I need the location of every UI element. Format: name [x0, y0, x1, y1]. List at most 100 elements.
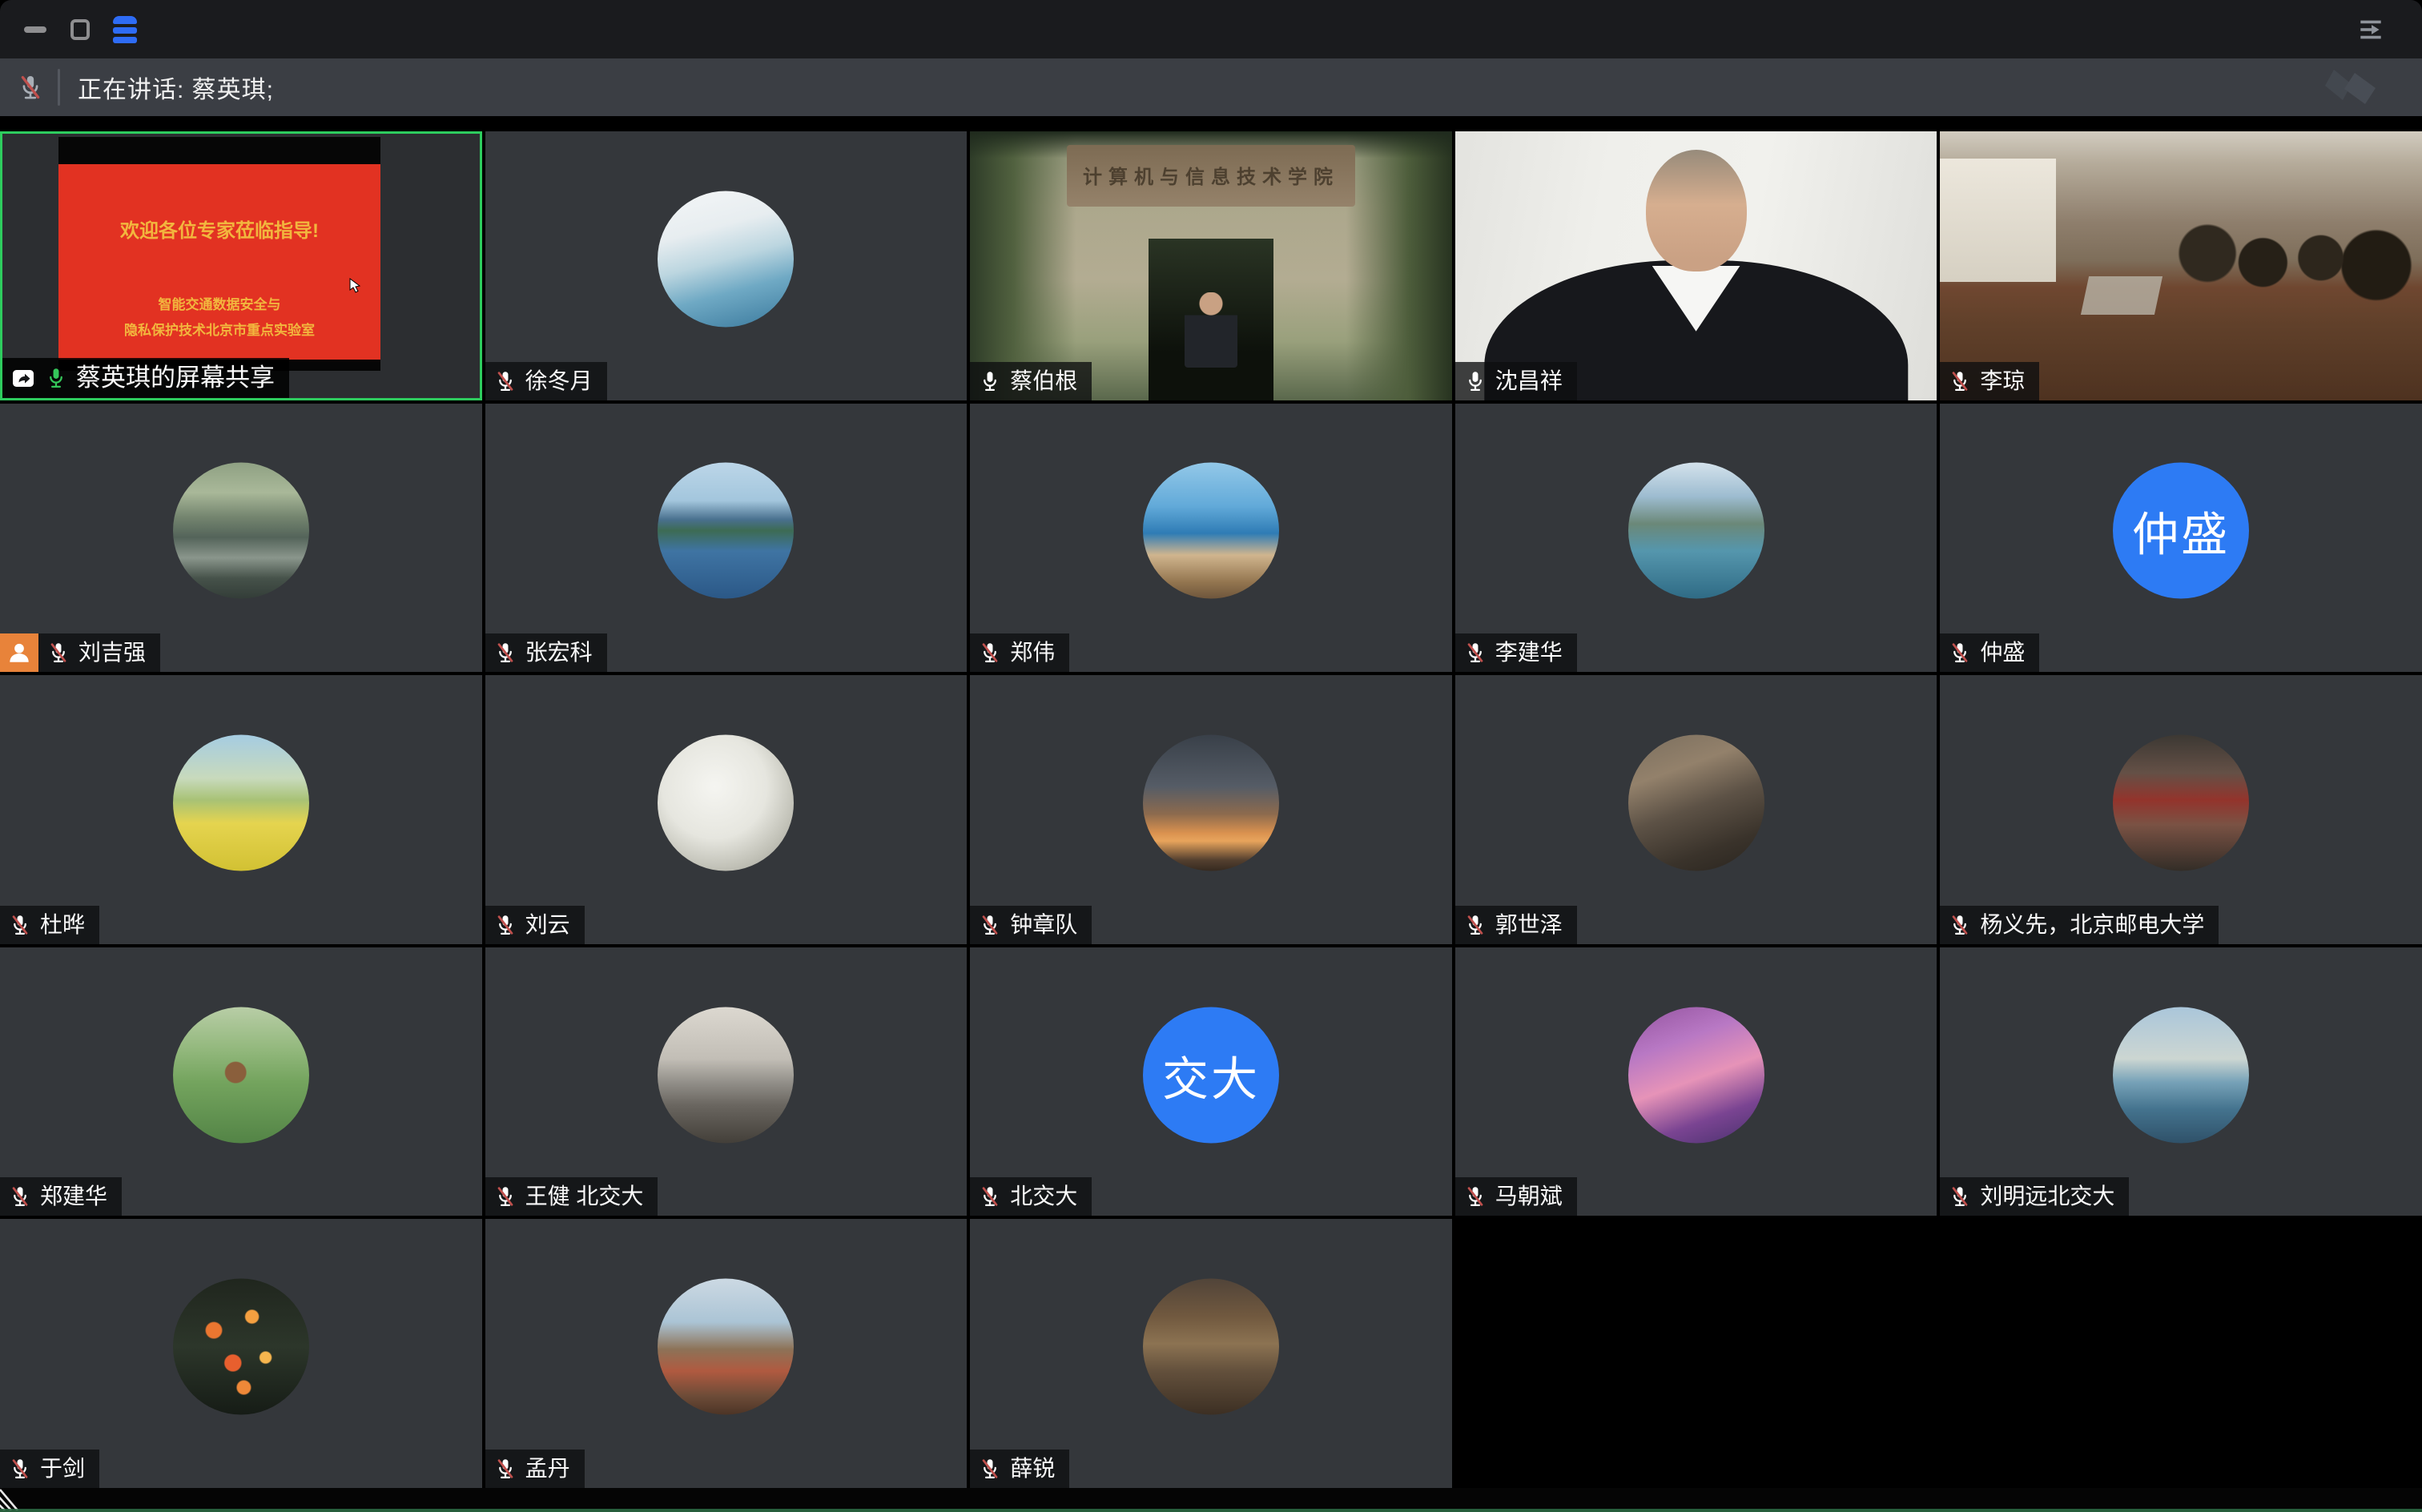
meeting-logo-icon	[2318, 63, 2387, 111]
name-chip: 郑伟	[970, 633, 1069, 672]
participant-name: 孟丹	[525, 1458, 570, 1480]
avatar	[173, 1279, 309, 1415]
tile-label: 刘云	[485, 906, 585, 944]
avatar	[658, 1279, 794, 1415]
participant-tile[interactable]: 杜晔	[0, 675, 482, 944]
name-chip: 钟章队	[970, 906, 1092, 944]
avatar	[658, 463, 794, 599]
name-chip: 张宏科	[485, 633, 607, 672]
name-chip: 蔡伯根	[970, 362, 1092, 400]
participant-name: 郑伟	[1010, 641, 1055, 664]
participant-tile[interactable]: 交大北交大	[970, 947, 1452, 1216]
screen-share-icon	[10, 365, 36, 391]
mic-muted-icon	[1463, 913, 1487, 937]
minimize-icon	[24, 26, 46, 33]
host-icon	[6, 639, 33, 666]
mic-muted-icon	[1948, 369, 1972, 393]
participant-tile[interactable]: 徐冬月	[485, 131, 968, 400]
participant-tile[interactable]: 郭世泽	[1455, 675, 1937, 944]
participant-tile[interactable]: 杨义先，北京邮电大学	[1940, 675, 2422, 944]
mic-muted-icon	[8, 1457, 32, 1481]
mic-live-icon	[978, 369, 1002, 393]
empty-tile	[1455, 1219, 1937, 1488]
participant-tile[interactable]: 马朝斌	[1455, 947, 1937, 1216]
participant-tile[interactable]: 薛锐	[970, 1219, 1452, 1488]
participant-name: 郭世泽	[1495, 914, 1563, 936]
avatar-initials: 交大	[1143, 1007, 1279, 1143]
video-figure	[1646, 150, 1747, 271]
participant-name: 薛锐	[1010, 1458, 1055, 1480]
empty-tile	[1940, 1219, 2422, 1488]
participant-tile[interactable]: 钟章队	[970, 675, 1452, 944]
participant-tile[interactable]: 仲盛仲盛	[1940, 404, 2422, 673]
maximize-icon	[70, 19, 90, 40]
mic-muted-icon	[1948, 641, 1972, 665]
mic-muted-icon	[8, 913, 32, 937]
participant-tile[interactable]: 计算机与信息技术学院蔡伯根	[970, 131, 1452, 400]
avatar	[2113, 734, 2249, 871]
tile-label: 蔡英琪的屏幕共享	[2, 358, 289, 398]
tile-label: 李琼	[1940, 362, 2039, 400]
participant-tile[interactable]: 沈昌祥	[1455, 131, 1937, 400]
participant-tile[interactable]: 刘云	[485, 675, 968, 944]
mic-muted-icon	[493, 1457, 517, 1481]
maximize-button[interactable]	[66, 15, 95, 44]
mic-muted-icon	[8, 1184, 32, 1208]
name-chip: 刘吉强	[38, 633, 160, 672]
avatar	[2113, 1007, 2249, 1143]
participant-name: 王健 北交大	[525, 1185, 644, 1208]
mic-muted-icon	[978, 1184, 1002, 1208]
participant-tile[interactable]: 郑建华	[0, 947, 482, 1216]
name-chip: 杨义先，北京邮电大学	[1940, 906, 2219, 944]
participant-name: 徐冬月	[525, 370, 593, 392]
tile-label: 马朝斌	[1455, 1177, 1577, 1216]
menu-icon	[113, 16, 137, 43]
tile-label: 王健 北交大	[485, 1177, 658, 1216]
mic-muted-icon	[493, 369, 517, 393]
name-chip: 徐冬月	[485, 362, 607, 400]
avatar	[1143, 463, 1279, 599]
participant-tile[interactable]: 刘明远北交大	[1940, 947, 2422, 1216]
name-chip: 仲盛	[1940, 633, 2039, 672]
minimize-button[interactable]	[21, 15, 50, 44]
avatar	[1143, 1279, 1279, 1415]
mic-muted-icon	[493, 1184, 517, 1208]
participant-name: 蔡伯根	[1010, 370, 1077, 392]
participant-tile[interactable]: 孟丹	[485, 1219, 968, 1488]
tile-label: 仲盛	[1940, 633, 2039, 672]
panel-toggle-button[interactable]	[2356, 15, 2385, 44]
menu-button[interactable]	[111, 15, 139, 44]
tile-label: 孟丹	[485, 1450, 585, 1488]
host-badge	[0, 633, 38, 672]
participant-name: 马朝斌	[1495, 1185, 1563, 1208]
name-chip: 北交大	[970, 1177, 1092, 1216]
participant-tile[interactable]: 李琼	[1940, 131, 2422, 400]
tile-label: 郭世泽	[1455, 906, 1577, 944]
participant-tile[interactable]: 于剑	[0, 1219, 482, 1488]
mic-live-icon	[1463, 369, 1487, 393]
participant-tile[interactable]: 王健 北交大	[485, 947, 968, 1216]
statusbar-divider	[58, 69, 60, 106]
participant-tile[interactable]: 刘吉强	[0, 404, 482, 673]
mic-muted-icon	[978, 913, 1002, 937]
avatar	[1628, 463, 1764, 599]
participant-name: 钟章队	[1010, 914, 1077, 936]
participant-name: 李琼	[1980, 370, 2025, 392]
avatar-initials-text: 仲盛	[2132, 497, 2230, 565]
participant-tile[interactable]: 张宏科	[485, 404, 968, 673]
name-chip: 刘云	[485, 906, 585, 944]
tile-label: 李建华	[1455, 633, 1577, 672]
participant-name: 于剑	[40, 1458, 85, 1480]
name-chip: 郑建华	[0, 1177, 122, 1216]
mic-muted-icon	[1463, 1184, 1487, 1208]
participant-tile[interactable]: 郑伟	[970, 404, 1452, 673]
video-figure	[2171, 212, 2412, 304]
screen-share-tile[interactable]: 欢迎各位专家莅临指导!智能交通数据安全与隐私保护技术北京市重点实验室蔡英琪的屏幕…	[0, 131, 482, 400]
tile-label: 郑建华	[0, 1177, 122, 1216]
name-chip: 李琼	[1940, 362, 2039, 400]
participant-tile[interactable]: 李建华	[1455, 404, 1937, 673]
building-sign-text: 计算机与信息技术学院	[1067, 161, 1356, 189]
participant-name: 沈昌祥	[1495, 370, 1563, 392]
resize-grip-icon[interactable]	[0, 1488, 32, 1510]
tile-label: 杨义先，北京邮电大学	[1940, 906, 2219, 944]
